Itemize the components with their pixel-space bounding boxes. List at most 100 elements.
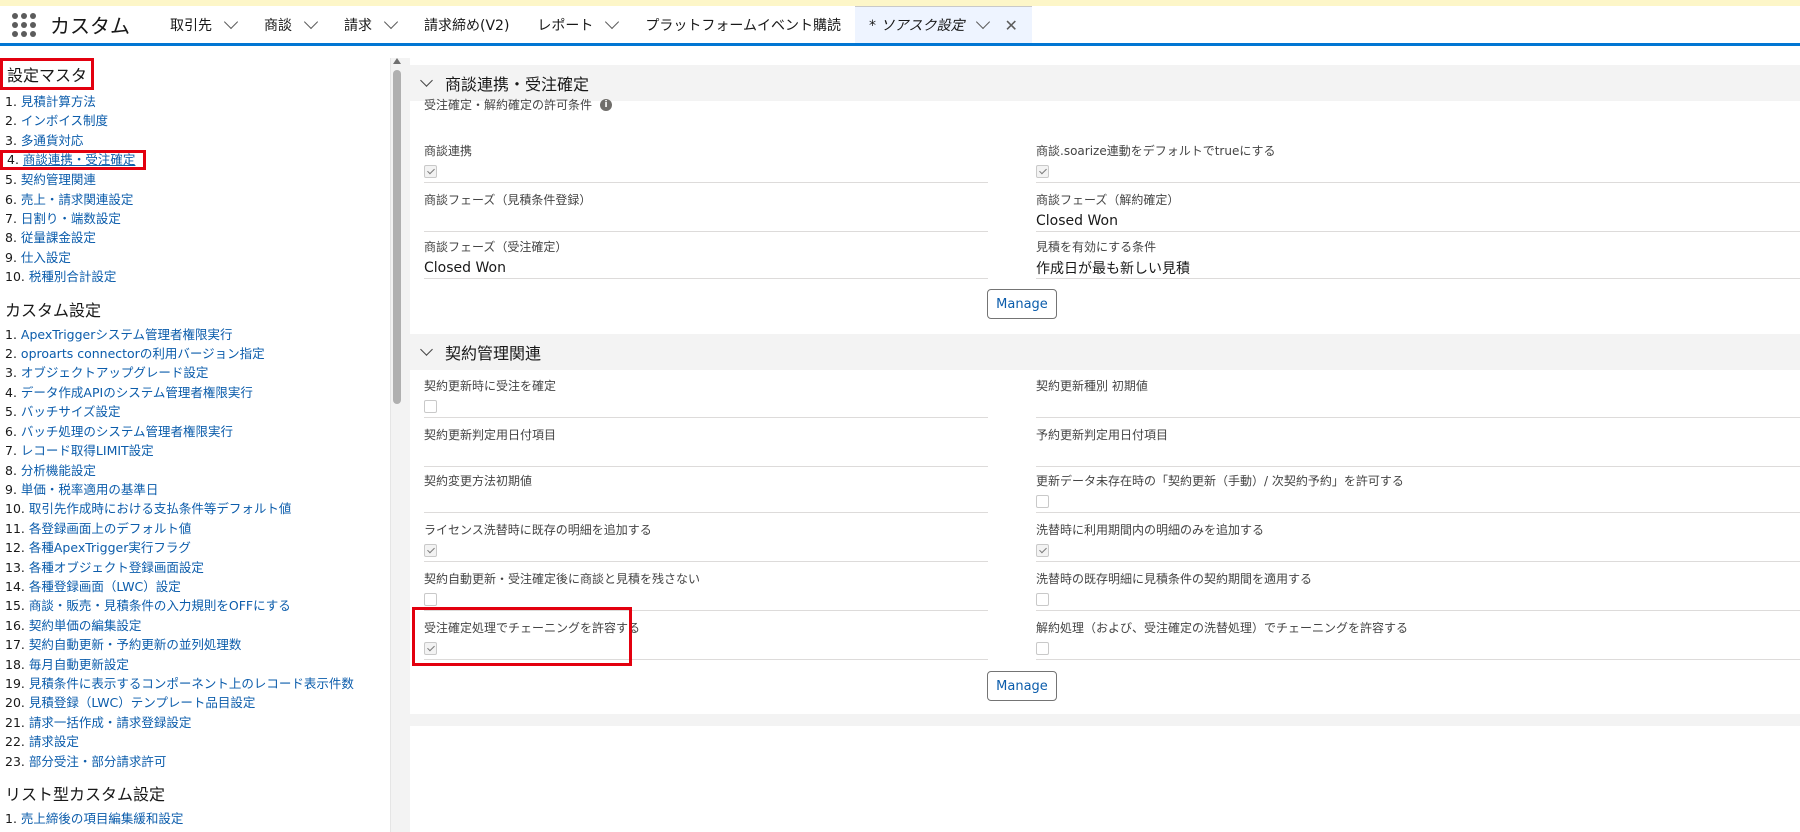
item-number: 9. [5, 249, 17, 265]
master-link-deal-order[interactable]: 商談連携・受注確定 [23, 152, 136, 167]
chevron-down-icon[interactable] [303, 14, 319, 29]
manage-button-deal-order[interactable]: Manage [987, 289, 1057, 319]
tab-accounts[interactable]: 取引先 [156, 6, 250, 43]
item-number: 13. [5, 559, 25, 575]
item-number: 5. [5, 172, 17, 188]
app-name: カスタム [50, 14, 130, 38]
list-custom-link[interactable]: 売上締後の項目編集緩和設定 [21, 811, 184, 826]
master-link-purchase[interactable]: 仕入設定 [21, 250, 71, 265]
custom-link[interactable]: データ作成APIのシステム管理者権限実行 [21, 385, 253, 400]
list-item: 14. 各種登録画面（LWC）設定 [5, 577, 400, 596]
custom-link[interactable]: 見積登録（LWC）テンプレート品目設定 [29, 695, 256, 710]
list-item: 11. 各登録画面上のデフォルト値 [5, 519, 400, 538]
custom-list: 1. ApexTriggerシステム管理者権限実行 2. oproarts co… [0, 325, 400, 771]
master-link-quote-calc[interactable]: 見積計算方法 [21, 94, 96, 109]
list-item: 6. バッチ処理のシステム管理者権限実行 [5, 422, 400, 441]
master-link-contract[interactable]: 契約管理関連 [21, 172, 96, 187]
info-icon[interactable]: i [600, 98, 613, 111]
field-label: 予約更新判定用日付項目 [1036, 428, 1169, 442]
item-number: 14. [5, 578, 25, 594]
item-number: 16. [5, 617, 25, 633]
custom-link[interactable]: 各種登録画面（LWC）設定 [29, 579, 181, 594]
scrollbar-thumb[interactable] [393, 70, 401, 404]
chevron-down-icon[interactable] [420, 343, 433, 356]
no-data-permit-checkbox[interactable] [1036, 495, 1049, 508]
chevron-down-icon[interactable] [383, 14, 399, 29]
chevron-down-icon[interactable] [976, 14, 991, 30]
list-item: 7. 日割り・端数設定 [5, 209, 400, 228]
custom-link[interactable]: バッチサイズ設定 [21, 404, 121, 419]
custom-link[interactable]: 毎月自動更新設定 [29, 657, 129, 672]
list-custom-list: 1. 売上締後の項目編集緩和設定 [0, 809, 400, 828]
custom-link[interactable]: 請求設定 [29, 734, 79, 749]
app-launcher-icon[interactable] [12, 12, 36, 37]
master-link-sales-billing[interactable]: 売上・請求関連設定 [21, 192, 134, 207]
item-number: 23. [5, 753, 25, 769]
tab-soasc-settings[interactable]: * ソアスク設定 ✕ [855, 6, 1032, 43]
list-item: 10. 取引先作成時における支払条件等デフォルト値 [5, 499, 400, 518]
apply-period-checkbox[interactable] [1036, 593, 1049, 606]
master-link-metered[interactable]: 従量課金設定 [21, 230, 96, 245]
period-only-checkbox[interactable] [1036, 544, 1049, 557]
sidebar-scrollbar[interactable] [390, 58, 402, 832]
list-item: 8. 従量課金設定 [5, 228, 400, 247]
master-link-multicurrency[interactable]: 多通貨対応 [21, 133, 84, 148]
tab-platform-events[interactable]: プラットフォームイベント購読 [631, 6, 855, 43]
deal-link-checkbox[interactable] [424, 165, 437, 178]
tab-label: レポート [537, 17, 594, 34]
custom-link[interactable]: oproarts connectorの利用バージョン指定 [21, 346, 265, 361]
tab-billing[interactable]: 請求 [330, 6, 410, 43]
list-item: 23. 部分受注・部分請求許可 [5, 752, 400, 771]
field-no-keep: 契約自動更新・受注確定後に商談と見積を残さない [424, 570, 988, 611]
master-link-tax-total[interactable]: 税種別合計設定 [29, 269, 117, 284]
custom-link[interactable]: 商談・販売・見積条件の入力規則をOFFにする [29, 598, 291, 613]
tab-reports[interactable]: レポート [523, 6, 631, 43]
master-link-invoice[interactable]: インボイス制度 [21, 113, 108, 128]
chevron-down-icon[interactable] [420, 74, 433, 87]
tab-billing-close[interactable]: 請求締め(V2) [410, 6, 523, 43]
custom-link[interactable]: ApexTriggerシステム管理者権限実行 [21, 327, 233, 342]
soarize-default-checkbox[interactable] [1036, 165, 1049, 178]
tab-label: 取引先 [170, 17, 212, 34]
custom-link[interactable]: バッチ処理のシステム管理者権限実行 [21, 424, 233, 439]
section-header-contract[interactable]: 契約管理関連 [410, 334, 1800, 370]
list-item: 1. 見積計算方法 [5, 92, 400, 111]
custom-link[interactable]: 契約単価の編集設定 [29, 618, 142, 633]
custom-link[interactable]: 請求一括作成・請求登録設定 [29, 715, 192, 730]
custom-link[interactable]: 部分受注・部分請求許可 [29, 754, 167, 769]
field-value: Closed Won [424, 257, 988, 279]
custom-link[interactable]: 各種オブジェクト登録画面設定 [29, 560, 204, 575]
custom-link[interactable]: 取引先作成時における支払条件等デフォルト値 [29, 501, 292, 516]
renew-confirm-checkbox[interactable] [424, 400, 437, 413]
field-value [424, 115, 1794, 137]
scroll-up-icon[interactable] [393, 58, 401, 64]
field-phase-quote: 商談フェーズ（見積条件登録） [424, 191, 988, 232]
item-number: 2. [5, 346, 17, 362]
tab-label: 請求締め(V2) [424, 17, 510, 34]
item-number: 10. [5, 269, 25, 285]
tab-opportunities[interactable]: 商談 [250, 6, 330, 43]
custom-link[interactable]: 契約自動更新・予約更新の並列処理数 [29, 637, 242, 652]
list-item: 15. 商談・販売・見積条件の入力規則をOFFにする [5, 596, 400, 615]
custom-link[interactable]: 分析機能設定 [21, 463, 96, 478]
item-number: 8. [5, 462, 17, 478]
custom-link[interactable]: 単価・税率適用の基準日 [21, 482, 159, 497]
custom-link[interactable]: 各種ApexTrigger実行フラグ [29, 540, 191, 555]
master-link-prorate[interactable]: 日割り・端数設定 [21, 211, 121, 226]
no-keep-checkbox[interactable] [424, 593, 437, 606]
chevron-down-icon[interactable] [605, 14, 620, 29]
highlight-box [412, 607, 632, 666]
manage-button-contract[interactable]: Manage [987, 671, 1057, 701]
custom-link[interactable]: オブジェクトアップグレード設定 [21, 365, 209, 380]
next-section-edge [410, 714, 1800, 726]
custom-link[interactable]: レコード取得LIMIT設定 [21, 443, 154, 458]
field-label: 受注確定・解約確定の許可条件 [424, 98, 593, 112]
custom-link[interactable]: 各登録画面上のデフォルト値 [29, 521, 192, 536]
custom-link[interactable]: 見積条件に表示するコンポーネント上のレコード表示件数 [29, 676, 354, 691]
chaining-cancel-checkbox[interactable] [1036, 642, 1049, 655]
item-number: 21. [5, 714, 25, 730]
close-icon[interactable]: ✕ [1004, 16, 1017, 35]
tab-label: プラットフォームイベント購読 [645, 17, 842, 34]
chevron-down-icon[interactable] [223, 14, 239, 29]
license-add-checkbox[interactable] [424, 544, 437, 557]
